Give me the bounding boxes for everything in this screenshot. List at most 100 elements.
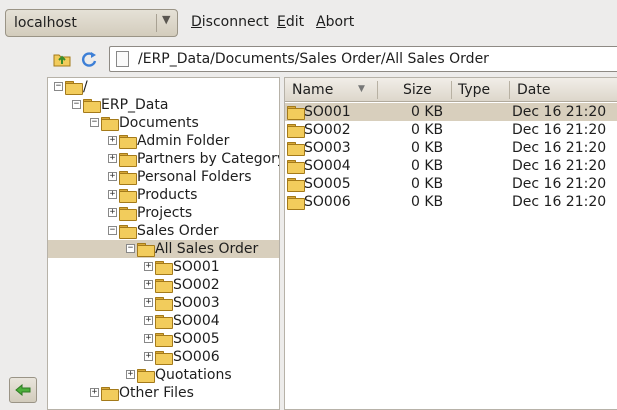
tree-node-root[interactable]: − / [48,78,279,96]
file-name: SO001 [304,104,351,120]
file-date: Dec 16 21:20 [512,158,607,174]
edit-label: Edit [277,14,305,30]
expand-icon[interactable]: + [144,280,153,289]
folder-icon [119,153,137,167]
file-name: SO006 [304,194,351,210]
expand-icon[interactable]: + [108,154,117,163]
column-divider[interactable] [451,81,452,99]
folder-icon [65,81,83,95]
collapse-icon[interactable]: − [126,244,135,253]
file-size: 0 KB [411,158,444,174]
back-button[interactable] [9,377,37,403]
collapse-icon[interactable]: − [72,100,81,109]
tree-node-all-sales-order[interactable]: − All Sales Order [48,240,279,258]
column-header-type[interactable]: Type [458,82,490,98]
file-row[interactable]: SO005 0 KB Dec 16 21:20 [285,175,617,193]
chevron-down-icon[interactable]: ▼ [162,13,170,26]
tree-node-sales-order[interactable]: − Sales Order [48,222,279,240]
column-divider[interactable] [377,81,378,99]
path-field[interactable]: /ERP_Data/Documents/Sales Order/All Sale… [109,46,617,72]
column-header-size[interactable]: Size [403,82,432,98]
collapse-icon[interactable]: − [90,118,99,127]
tree-node-label: Quotations [155,367,232,383]
tree-node-label: Products [137,187,198,203]
tree-node-admin-folder[interactable]: + Admin Folder [48,132,279,150]
expand-icon[interactable]: + [144,334,153,343]
edit-button[interactable]: Edit [277,14,304,30]
file-list[interactable]: Name ▼ Size Type Date SO001 0 KB Dec 16 … [284,77,617,410]
tree-node-label: SO006 [173,349,220,365]
file-row[interactable]: SO002 0 KB Dec 16 21:20 [285,121,617,139]
path-value: /ERP_Data/Documents/Sales Order/All Sale… [138,51,489,67]
collapse-icon[interactable]: − [54,82,63,91]
folder-up-icon[interactable] [53,50,71,68]
tree-node-label: Documents [119,115,199,131]
file-name: SO005 [304,176,351,192]
tree-node-erp-data[interactable]: − ERP_Data [48,96,279,114]
tree-node-label: SO003 [173,295,220,311]
file-date: Dec 16 21:20 [512,140,607,156]
tree-node-label: SO001 [173,259,220,275]
tree-node-label: Admin Folder [137,133,230,149]
tree-node-products[interactable]: + Products [48,186,279,204]
tree-node-so001[interactable]: + SO001 [48,258,279,276]
folder-icon [287,178,305,192]
abort-button[interactable]: Abort [316,14,354,30]
folder-icon [137,369,155,383]
file-row[interactable]: SO003 0 KB Dec 16 21:20 [285,139,617,157]
folder-icon [155,351,173,365]
file-size: 0 KB [411,194,444,210]
tree-node-so002[interactable]: + SO002 [48,276,279,294]
tree-node-other-files[interactable]: + Other Files [48,384,279,402]
tree-node-projects[interactable]: + Projects [48,204,279,222]
folder-icon [287,142,305,156]
folder-icon [287,124,305,138]
expand-icon[interactable]: + [126,370,135,379]
expand-icon[interactable]: + [144,316,153,325]
file-row[interactable]: SO004 0 KB Dec 16 21:20 [285,157,617,175]
tree-node-so006[interactable]: + SO006 [48,348,279,366]
tree-node-label: SO005 [173,331,220,347]
expand-icon[interactable]: + [144,352,153,361]
expand-icon[interactable]: + [90,388,99,397]
tree-node-quotations[interactable]: + Quotations [48,366,279,384]
column-header-name[interactable]: Name [292,82,333,98]
tree-node-so003[interactable]: + SO003 [48,294,279,312]
expand-icon[interactable]: + [108,172,117,181]
expand-icon[interactable]: + [108,136,117,145]
file-name: SO002 [304,122,351,138]
tree-node-so004[interactable]: + SO004 [48,312,279,330]
file-name: SO003 [304,140,351,156]
folder-icon [119,225,137,239]
refresh-icon[interactable] [80,50,98,68]
expand-icon[interactable]: + [108,208,117,217]
tree-node-so005[interactable]: + SO005 [48,330,279,348]
sort-descending-icon[interactable]: ▼ [358,84,365,94]
disconnect-button[interactable]: Disconnect [191,14,269,30]
expand-icon[interactable]: + [144,298,153,307]
tree-node-label: Sales Order [137,223,219,239]
host-select[interactable]: localhost ▼ [5,9,178,37]
folder-icon [119,135,137,149]
folder-tree[interactable]: − / − ERP_Data − Documents + Admin Folde… [47,77,280,410]
folder-icon [155,279,173,293]
file-row[interactable]: SO001 0 KB Dec 16 21:20 [285,103,617,121]
file-size: 0 KB [411,140,444,156]
collapse-icon[interactable]: − [108,226,117,235]
column-header-date[interactable]: Date [517,82,550,98]
tree-node-label: Partners by Category [137,151,280,167]
column-divider[interactable] [509,81,510,99]
tree-node-partners-by-category[interactable]: + Partners by Category [48,150,280,168]
expand-icon[interactable]: + [144,262,153,271]
folder-icon [155,315,173,329]
expand-icon[interactable]: + [108,190,117,199]
tree-node-label: SO002 [173,277,220,293]
folder-icon [155,297,173,311]
tree-node-personal-folders[interactable]: + Personal Folders [48,168,279,186]
folder-icon [119,189,137,203]
tree-node-label: Projects [137,205,193,221]
folder-icon [155,261,173,275]
folder-icon [83,99,101,113]
file-row[interactable]: SO006 0 KB Dec 16 21:20 [285,193,617,211]
tree-node-documents[interactable]: − Documents [48,114,279,132]
